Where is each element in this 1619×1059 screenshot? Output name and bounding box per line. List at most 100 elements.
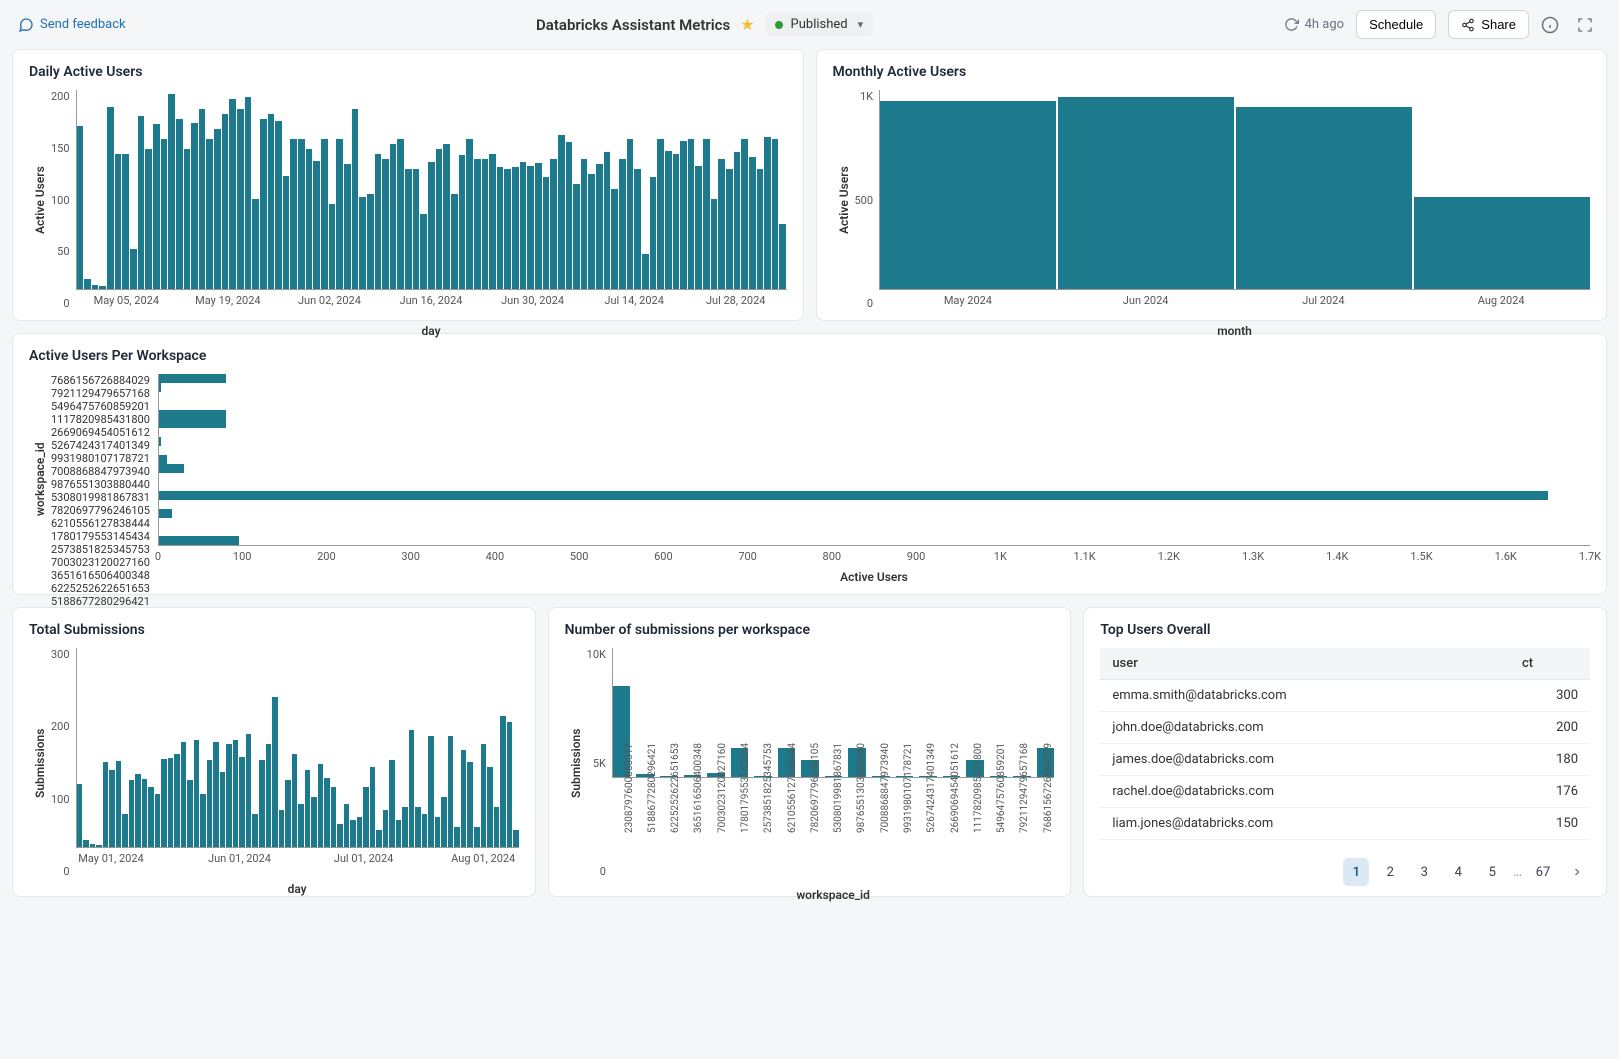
bar[interactable] xyxy=(283,176,290,289)
bar[interactable] xyxy=(109,770,115,847)
bar[interactable] xyxy=(1414,197,1590,289)
bar[interactable] xyxy=(500,716,506,847)
bar[interactable] xyxy=(634,169,641,289)
bar[interactable] xyxy=(145,149,152,289)
bar[interactable] xyxy=(290,139,297,289)
bar[interactable] xyxy=(200,794,206,847)
bar[interactable] xyxy=(550,159,557,289)
bar[interactable] xyxy=(376,830,382,847)
bar[interactable] xyxy=(138,116,145,289)
bar[interactable] xyxy=(779,224,786,289)
bar[interactable] xyxy=(83,840,89,847)
bar[interactable] xyxy=(181,742,187,847)
bar[interactable] xyxy=(336,139,343,289)
bar[interactable] xyxy=(115,154,122,289)
bar[interactable] xyxy=(279,810,285,847)
bar[interactable] xyxy=(142,779,148,847)
bar[interactable] xyxy=(396,820,402,847)
table-row[interactable]: noah.brown@databricks.com147 xyxy=(1100,840,1590,849)
bar[interactable] xyxy=(405,169,412,289)
status-pill[interactable]: Published ▾ xyxy=(765,13,874,36)
bar[interactable] xyxy=(703,139,710,289)
bar[interactable] xyxy=(497,167,504,289)
bar[interactable] xyxy=(448,736,454,847)
bar[interactable] xyxy=(311,797,317,847)
send-feedback-link[interactable]: Send feedback xyxy=(18,17,126,33)
bar[interactable] xyxy=(155,794,161,847)
bar[interactable] xyxy=(734,152,741,289)
bar[interactable] xyxy=(441,797,447,847)
bar[interactable] xyxy=(318,764,324,847)
hbar[interactable] xyxy=(159,419,226,428)
bar[interactable] xyxy=(764,137,771,289)
bar[interactable] xyxy=(213,742,219,847)
bar[interactable] xyxy=(513,830,519,847)
bar[interactable] xyxy=(161,759,167,847)
bar[interactable] xyxy=(1236,107,1412,289)
bar[interactable] xyxy=(749,157,756,289)
table-row[interactable]: john.doe@databricks.com200 xyxy=(1100,712,1590,744)
bar[interactable] xyxy=(474,159,481,289)
bar[interactable] xyxy=(305,770,311,847)
bar[interactable] xyxy=(507,722,513,847)
hbar[interactable] xyxy=(159,455,167,464)
bar[interactable] xyxy=(84,279,91,289)
schedule-button[interactable]: Schedule xyxy=(1356,10,1436,39)
col-user[interactable]: user xyxy=(1100,648,1510,680)
hbar[interactable] xyxy=(159,437,161,446)
bar[interactable] xyxy=(543,177,550,289)
bar[interactable] xyxy=(413,169,420,289)
bar[interactable] xyxy=(880,101,1056,289)
bar[interactable] xyxy=(695,166,702,289)
bar[interactable] xyxy=(252,814,258,847)
bar[interactable] xyxy=(512,167,519,289)
bar[interactable] xyxy=(259,760,265,847)
bar[interactable] xyxy=(246,734,252,847)
page-2[interactable]: 2 xyxy=(1377,858,1403,886)
bar[interactable] xyxy=(466,139,473,289)
bar[interactable] xyxy=(520,162,527,289)
fullscreen-icon[interactable] xyxy=(1577,17,1601,33)
bar[interactable] xyxy=(337,824,343,847)
bar[interactable] xyxy=(239,757,245,847)
bar[interactable] xyxy=(375,154,382,289)
bar[interactable] xyxy=(130,249,137,289)
bar[interactable] xyxy=(474,827,480,847)
bar[interactable] xyxy=(451,194,458,289)
bar[interactable] xyxy=(772,139,779,289)
bar[interactable] xyxy=(285,780,291,847)
bar[interactable] xyxy=(688,139,695,289)
bar[interactable] xyxy=(161,139,168,289)
info-icon[interactable] xyxy=(1541,16,1565,34)
bar[interactable] xyxy=(596,164,603,289)
bar[interactable] xyxy=(229,99,236,289)
bar[interactable] xyxy=(206,139,213,289)
hbar[interactable] xyxy=(159,464,184,473)
bar[interactable] xyxy=(467,762,473,847)
bar[interactable] xyxy=(96,845,102,847)
bar[interactable] xyxy=(680,141,687,289)
bar[interactable] xyxy=(657,139,664,289)
bar[interactable] xyxy=(292,754,298,847)
bar[interactable] xyxy=(397,139,404,289)
bar[interactable] xyxy=(1058,97,1234,289)
bar[interactable] xyxy=(494,807,500,847)
page-3[interactable]: 3 xyxy=(1411,858,1437,886)
bar[interactable] xyxy=(268,114,275,289)
bar[interactable] xyxy=(329,204,336,289)
bar[interactable] xyxy=(382,159,389,289)
bar[interactable] xyxy=(298,804,304,847)
bar[interactable] xyxy=(535,163,542,289)
bar[interactable] xyxy=(321,139,328,289)
bar[interactable] xyxy=(482,159,489,289)
bar[interactable] xyxy=(191,123,198,289)
page-67[interactable]: 67 xyxy=(1530,858,1556,886)
bar[interactable] xyxy=(573,184,580,289)
bar[interactable] xyxy=(402,807,408,847)
bar[interactable] xyxy=(168,758,174,847)
bar[interactable] xyxy=(237,109,244,289)
bar[interactable] xyxy=(107,107,114,289)
bar[interactable] xyxy=(233,740,239,847)
bar[interactable] xyxy=(650,177,657,289)
bar[interactable] xyxy=(122,814,128,847)
